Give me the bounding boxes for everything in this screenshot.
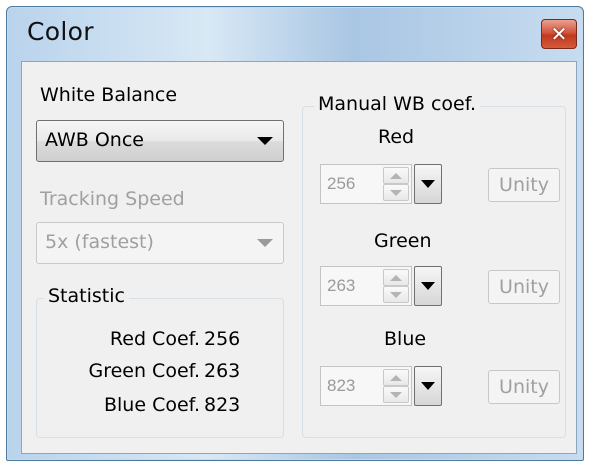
red-coef-value: 256 <box>327 174 356 193</box>
spin-down-icon <box>390 391 402 398</box>
green-unity-button[interactable]: Unity <box>488 270 560 304</box>
manual-green-label: Green <box>374 230 432 252</box>
window-title: Color <box>27 17 94 46</box>
stat-value: 263 <box>204 360 241 382</box>
chevron-down-icon <box>257 137 273 145</box>
tracking-speed-label: Tracking Speed <box>40 188 185 210</box>
close-icon: ✕ <box>550 22 568 46</box>
stat-label: Red Coef. <box>109 328 200 350</box>
green-coef-dropdown-button[interactable] <box>414 266 442 306</box>
stat-label: Blue Coef. <box>103 394 200 416</box>
white-balance-label: White Balance <box>40 84 178 106</box>
chevron-down-icon <box>257 239 273 247</box>
blue-coef-dropdown-button[interactable] <box>414 366 442 406</box>
tracking-speed-value: 5x (fastest) <box>45 231 154 253</box>
chevron-down-icon <box>421 382 435 390</box>
spin-up-button[interactable] <box>383 269 409 286</box>
stat-label: Green Coef. <box>88 360 200 382</box>
spin-up-icon <box>390 274 402 281</box>
white-balance-mode-value: AWB Once <box>45 129 144 151</box>
statistic-group-title: Statistic <box>44 285 129 307</box>
green-coef-value: 263 <box>327 276 356 295</box>
tracking-speed-select[interactable]: 5x (fastest) <box>36 222 284 264</box>
red-coef-spinbox[interactable]: 256 <box>320 164 412 204</box>
chevron-down-icon <box>421 180 435 188</box>
spin-down-button[interactable] <box>383 386 409 403</box>
chevron-down-icon <box>421 282 435 290</box>
blue-coef-value: 823 <box>327 376 356 395</box>
stat-value: 823 <box>204 394 241 416</box>
spin-up-button[interactable] <box>383 369 409 386</box>
manual-red-label: Red <box>378 126 415 148</box>
spin-up-icon <box>390 374 402 381</box>
spin-down-icon <box>390 291 402 298</box>
blue-unity-button[interactable]: Unity <box>488 370 560 404</box>
spin-down-icon <box>390 189 402 196</box>
spin-down-button[interactable] <box>383 184 409 201</box>
color-dialog-window: Color ✕ White Balance AWB Once Tracking … <box>6 6 584 461</box>
stat-row-blue: Blue Coef. 823 <box>42 394 262 420</box>
manual-blue-label: Blue <box>384 328 427 350</box>
red-coef-dropdown-button[interactable] <box>414 164 442 204</box>
close-button[interactable]: ✕ <box>541 19 577 49</box>
dialog-client-area: White Balance AWB Once Tracking Speed 5x… <box>21 61 577 454</box>
green-coef-spinbox[interactable]: 263 <box>320 266 412 306</box>
manual-wb-group-title: Manual WB coef. <box>314 93 481 115</box>
blue-coef-spinbox[interactable]: 823 <box>320 366 412 406</box>
stat-value: 256 <box>204 328 241 350</box>
spin-up-icon <box>390 172 402 179</box>
stat-row-green: Green Coef. 263 <box>42 360 262 386</box>
spin-up-button[interactable] <box>383 167 409 184</box>
red-unity-button[interactable]: Unity <box>488 168 560 202</box>
spin-down-button[interactable] <box>383 286 409 303</box>
white-balance-mode-select[interactable]: AWB Once <box>36 120 284 162</box>
stat-row-red: Red Coef. 256 <box>42 328 262 354</box>
